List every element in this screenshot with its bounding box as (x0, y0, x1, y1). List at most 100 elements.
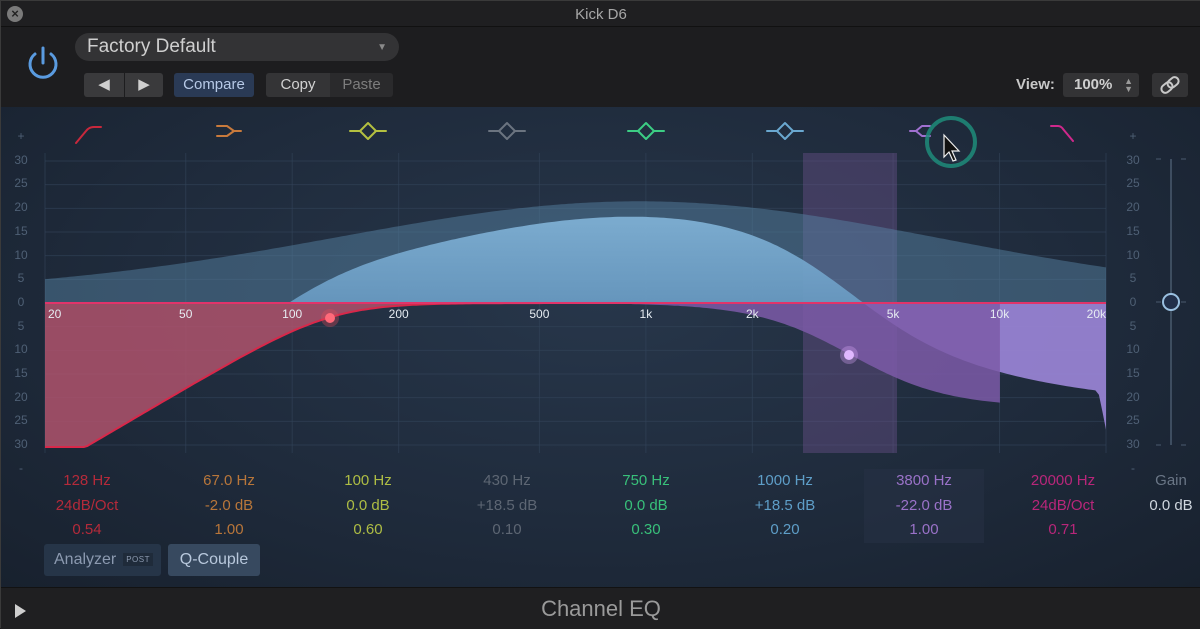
bell-icon[interactable] (349, 122, 387, 140)
next-preset-button[interactable]: ▶ (125, 73, 163, 97)
freq-tick-label: 100 (282, 307, 302, 321)
db-label-left: 30 (14, 437, 28, 452)
high-cut-icon-glyph (1050, 125, 1074, 142)
bell-icon-glyph (627, 122, 665, 140)
plugin-name: Channel EQ (541, 596, 661, 621)
band-column-7: 3800 Hz -22.0 dB 1.00 (864, 469, 984, 543)
low-cut-icon[interactable] (75, 126, 102, 144)
link-icon[interactable] (1152, 73, 1188, 97)
band-freq-value[interactable]: 67.0 Hz (169, 469, 289, 494)
q-couple-button[interactable]: Q-Couple (168, 544, 260, 576)
band-column-8: 20000 Hz 24dB/Oct 0.71 (1003, 469, 1123, 543)
db-label-right: 25 (1126, 413, 1140, 428)
low-cut-handle-dot[interactable] (325, 313, 335, 323)
compare-button[interactable]: Compare (174, 73, 254, 97)
high-shelf-handle-dot[interactable] (844, 350, 854, 360)
band-column-3: 100 Hz 0.0 dB 0.60 (308, 469, 428, 543)
band-freq-value[interactable]: 750 Hz (586, 469, 706, 494)
db-label-left: 10 (14, 342, 28, 357)
db-label-left: 30 (14, 152, 28, 167)
previous-preset-button[interactable]: ◀ (84, 73, 124, 97)
preset-name: Factory Default (87, 36, 216, 57)
db-label-right: 5 (1129, 271, 1137, 286)
band-freq-value[interactable]: 20000 Hz (1003, 469, 1123, 494)
db-label-left: 15 (14, 366, 28, 380)
band-gain-value[interactable]: -2.0 dB (169, 494, 289, 519)
band-gain-value[interactable]: 0.0 dB (308, 494, 428, 519)
band-freq-value[interactable]: 128 Hz (27, 469, 147, 494)
title-bar: × Kick D6 (1, 1, 1200, 27)
db-label-right: 10 (1126, 247, 1140, 262)
band-q-value[interactable]: 0.10 (447, 518, 567, 543)
db-label-right: 30 (1126, 152, 1140, 167)
analyzer-post-badge[interactable]: POST (123, 553, 153, 566)
stepper-arrows-icon: ▲ ▼ (1124, 76, 1133, 94)
bell-icon-glyph (349, 122, 387, 140)
band-q-value[interactable]: 0.60 (308, 518, 428, 543)
band-q-value[interactable]: 0.71 (1003, 518, 1123, 543)
band-gain-value[interactable]: -22.0 dB (864, 494, 984, 519)
power-icon[interactable] (23, 43, 63, 83)
band-freq-value[interactable]: 3800 Hz (864, 469, 984, 494)
db-label-right: + (1129, 129, 1137, 143)
db-label-left: 20 (14, 389, 28, 404)
db-label-right: 15 (1126, 223, 1140, 238)
view-zoom-select[interactable]: 100% ▲ ▼ (1063, 73, 1139, 97)
bell-icon[interactable] (766, 122, 804, 140)
band-gain-value[interactable]: +18.5 dB (725, 494, 845, 519)
bell-icon[interactable] (488, 122, 526, 140)
gain-slider-handle[interactable] (1162, 293, 1180, 311)
freq-tick-label: 200 (389, 307, 409, 321)
band-freq-value[interactable]: 430 Hz (447, 469, 567, 494)
freq-tick-label: 10k (990, 307, 1010, 321)
db-label-right: 5 (1129, 318, 1137, 333)
freq-tick-label: 500 (529, 307, 549, 321)
bell-icon-glyph (488, 122, 526, 140)
band-freq-value[interactable]: 100 Hz (308, 469, 428, 494)
band-gain-value[interactable]: 0.0 dB (586, 494, 706, 519)
preset-menu[interactable]: Factory Default ▼ (75, 33, 399, 61)
copy-button[interactable]: Copy (266, 73, 330, 97)
db-label-left: 25 (14, 176, 28, 191)
bell-icon[interactable] (627, 122, 665, 140)
freq-tick-label: 20 (48, 307, 62, 321)
window-title: Kick D6 (575, 6, 627, 23)
eq-display[interactable]: 20 50 100 200 500 1k 2k 5k 10k 20k + +30 30 25 25 20 20… (1, 107, 1200, 587)
band-gain-value[interactable]: +18.5 dB (447, 494, 567, 519)
db-label-left: 5 (17, 318, 25, 333)
freq-tick-label: 50 (179, 307, 193, 321)
low-shelf-icon-glyph (216, 125, 242, 137)
band-column-1: 128 Hz 24dB/Oct 0.54 (27, 469, 147, 543)
freq-tick-label: 20k (1087, 307, 1107, 321)
db-label-left: 0 (17, 294, 25, 309)
high-cut-icon[interactable] (1050, 125, 1074, 142)
view-label: View: (1016, 76, 1055, 93)
band-gain-value[interactable]: 24dB/Oct (27, 494, 147, 519)
db-label-right: 20 (1126, 389, 1140, 404)
db-label-right: 0 (1129, 294, 1137, 309)
paste-button[interactable]: Paste (330, 73, 393, 97)
band-q-value[interactable]: 0.54 (27, 518, 147, 543)
band-q-value[interactable]: 1.00 (169, 518, 289, 543)
master-gain-value[interactable]: 0.0 dB (1111, 494, 1200, 519)
low-cut-icon-glyph (75, 126, 102, 144)
band-gain-value[interactable]: 24dB/Oct (1003, 494, 1123, 519)
db-label-left: 15 (14, 223, 28, 238)
band-icons-row (75, 122, 1074, 144)
db-label-right: 20 (1126, 200, 1140, 215)
master-gain-column: Gain 0.0 dB (1111, 469, 1200, 518)
band-q-value[interactable]: 1.00 (864, 518, 984, 543)
band-column-2: 67.0 Hz -2.0 dB 1.00 (169, 469, 289, 543)
chevron-down-icon: ▼ (377, 42, 387, 53)
analyzer-button[interactable]: Analyzer POST (44, 544, 161, 576)
band-q-value[interactable]: 0.20 (725, 518, 845, 543)
low-shelf-icon[interactable] (216, 125, 242, 137)
band-q-value[interactable]: 0.30 (586, 518, 706, 543)
band-freq-value[interactable]: 1000 Hz (725, 469, 845, 494)
db-label-left: 20 (14, 200, 28, 215)
db-label-left: 25 (14, 413, 28, 428)
plugin-footer: Channel EQ (1, 587, 1200, 629)
bell-icon-glyph (766, 122, 804, 140)
band-column-5: 750 Hz 0.0 dB 0.30 (586, 469, 706, 543)
db-label-right: 15 (1126, 366, 1140, 380)
